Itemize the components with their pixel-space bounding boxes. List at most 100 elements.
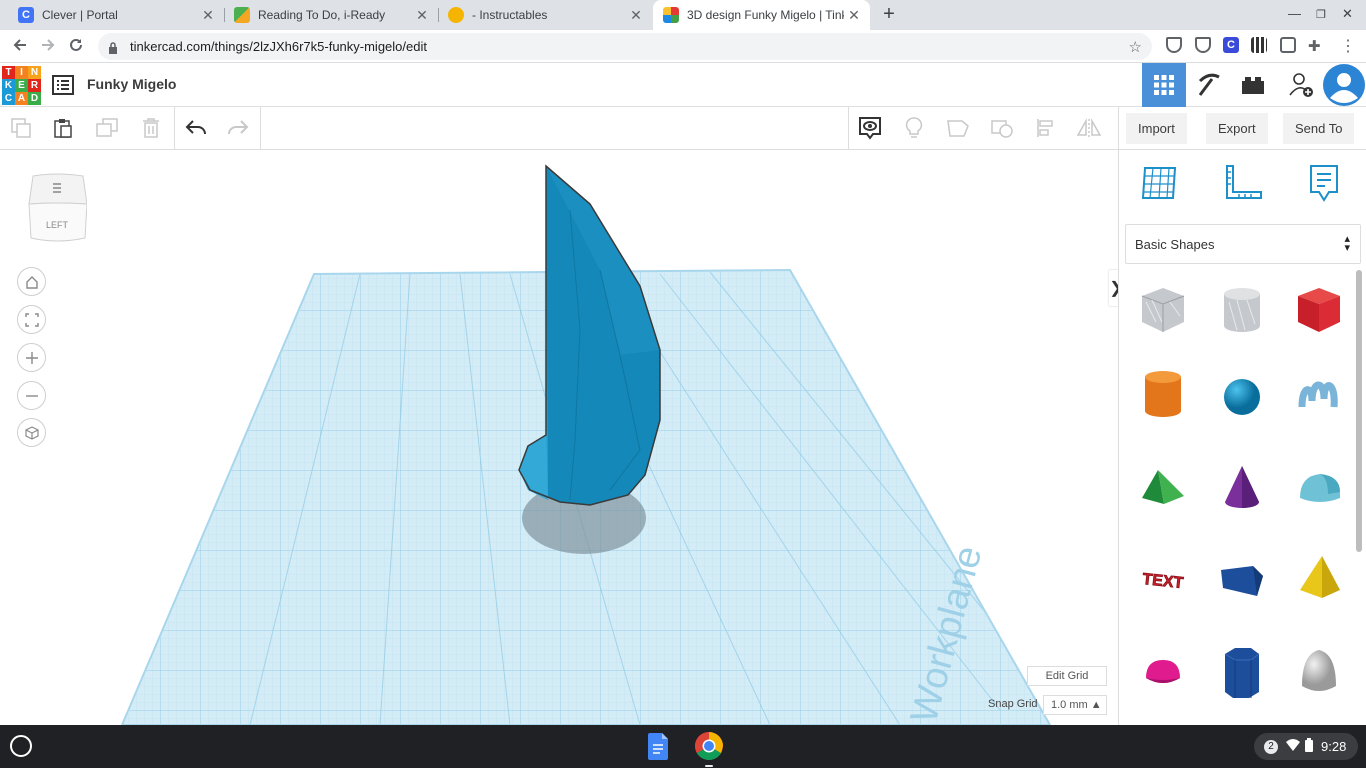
note-icon (1310, 165, 1338, 202)
tab-iready[interactable]: Reading To Do, i-Ready ✕ (224, 0, 438, 30)
tinkercad-logo[interactable]: T I N K E R C A D (2, 66, 41, 105)
cylinder-shape[interactable] (1135, 365, 1191, 425)
pyramid-shape[interactable] (1291, 548, 1347, 608)
address-bar[interactable]: tinkercad.com/things/2lzJXh6r7k5-funky-m… (98, 33, 1152, 60)
design-title[interactable]: Funky Migelo (87, 76, 176, 92)
select-arrows-icon: ▴ ▾ (1344, 233, 1350, 254)
copy-icon[interactable] (8, 115, 34, 141)
workplane-icon (1141, 167, 1177, 199)
restore-icon[interactable]: ❐ (1316, 8, 1326, 21)
view-cube[interactable]: LEFT (27, 172, 88, 244)
polygon-shape[interactable] (1214, 548, 1270, 608)
close-icon[interactable]: ✕ (198, 7, 218, 24)
tab-tinkercad[interactable]: 3D design Funky Migelo | Tinker ✕ (653, 0, 870, 30)
mirror-icon[interactable] (1076, 115, 1102, 141)
running-app-indicator (705, 765, 713, 767)
perspective-button[interactable] (17, 418, 46, 447)
text-shape[interactable]: TEXT (1135, 548, 1191, 608)
user-avatar[interactable] (1322, 63, 1366, 107)
reload-icon[interactable] (68, 37, 84, 58)
zoom-out-button[interactable] (17, 381, 46, 410)
notes-tool-button[interactable] (1303, 162, 1347, 206)
forward-arrow-icon[interactable] (40, 37, 56, 58)
shield-extension-icon[interactable] (1195, 37, 1211, 53)
sphere-shape[interactable] (1214, 365, 1270, 425)
minimize-icon[interactable]: — (1288, 6, 1301, 21)
browser-toolbar: tinkercad.com/things/2lzJXh6r7k5-funky-m… (0, 30, 1366, 63)
battery-icon (1305, 738, 1313, 755)
close-icon[interactable]: ✕ (844, 7, 864, 24)
align-icon[interactable] (1033, 115, 1059, 141)
undo-icon[interactable] (183, 115, 209, 141)
shield-extension-icon[interactable] (1166, 37, 1182, 53)
zoom-in-button[interactable] (17, 343, 46, 372)
close-icon[interactable]: ✕ (412, 7, 432, 24)
close-icon[interactable]: ✕ (626, 7, 646, 24)
clever-icon: C (18, 7, 34, 23)
cube-icon (24, 425, 39, 440)
shape-category-select[interactable]: Basic Shapes ▴ ▾ (1125, 224, 1361, 264)
logo-letter: N (28, 66, 41, 79)
edit-grid-button[interactable]: Edit Grid (1027, 666, 1107, 686)
invite-user-button[interactable] (1279, 63, 1323, 107)
workplane-tool-button[interactable] (1139, 162, 1183, 206)
paste-icon[interactable] (50, 115, 76, 141)
launcher-icon[interactable] (10, 735, 32, 757)
svg-text:TEXT: TEXT (1142, 571, 1185, 592)
brick-icon (1242, 77, 1264, 94)
system-shelf: 2 9:28 (0, 725, 1366, 768)
box-hole-shape[interactable] (1135, 280, 1191, 340)
tab-instructables[interactable]: - Instructables ✕ (438, 0, 652, 30)
home-view-button[interactable] (17, 267, 46, 296)
design-list-icon[interactable] (52, 75, 74, 95)
workplane-grid[interactable]: Workplane (0, 150, 1118, 725)
screencast-extension-icon[interactable] (1280, 37, 1296, 53)
send-to-button[interactable]: Send To (1283, 113, 1355, 144)
snap-grid-select[interactable]: 1.0 mm ▲ (1043, 695, 1107, 715)
wifi-icon (1286, 739, 1300, 754)
status-tray[interactable]: 2 9:28 (1254, 733, 1358, 760)
bricks-view-button[interactable] (1231, 63, 1275, 107)
delete-icon[interactable] (138, 115, 164, 141)
export-button[interactable]: Export (1206, 113, 1268, 144)
half-sphere-shape[interactable] (1135, 642, 1191, 702)
redo-icon[interactable] (225, 115, 251, 141)
workplane-viewport[interactable]: Workplane LEFT Edit Grid Snap Grid 1.0 m… (0, 150, 1118, 725)
clever-extension-icon[interactable]: C (1223, 37, 1239, 53)
fit-all-button[interactable] (17, 305, 46, 334)
google-docs-icon[interactable] (648, 733, 668, 760)
show-all-icon[interactable] (857, 115, 883, 141)
scribble-shape[interactable] (1291, 365, 1347, 425)
paraboloid-shape[interactable] (1291, 642, 1347, 702)
hexagonal-prism-shape[interactable] (1214, 642, 1270, 702)
3d-design-view-button[interactable] (1142, 63, 1186, 107)
shapes-scrollbar[interactable] (1356, 270, 1362, 552)
tab-title: - Instructables (472, 8, 548, 22)
bookmark-star-icon[interactable]: ☆ (1129, 38, 1142, 56)
qr-code-icon[interactable] (1251, 37, 1267, 53)
tab-clever[interactable]: C Clever | Portal ✕ (8, 0, 224, 30)
puzzle-extensions-icon[interactable]: ✚ (1308, 37, 1324, 55)
chrome-icon[interactable] (694, 731, 724, 767)
kebab-menu-icon[interactable]: ⋮ (1340, 36, 1356, 55)
ungroup-icon[interactable] (989, 115, 1015, 141)
new-tab-button[interactable]: + (878, 3, 900, 27)
group-icon[interactable] (945, 115, 971, 141)
duplicate-icon[interactable] (94, 115, 120, 141)
window-close-icon[interactable]: ✕ (1342, 6, 1353, 22)
logo-letter: T (2, 66, 15, 79)
notes-lightbulb-icon[interactable] (901, 115, 927, 141)
ruler-tool-button[interactable] (1221, 162, 1265, 206)
box-shape[interactable] (1291, 280, 1347, 340)
scribble-icon (1298, 381, 1338, 408)
back-arrow-icon[interactable] (12, 37, 28, 58)
editor-toolbar: Import Export Send To (0, 107, 1366, 150)
import-button[interactable]: Import (1126, 113, 1187, 144)
roof-shape[interactable] (1135, 458, 1191, 518)
logo-letter: A (15, 92, 28, 105)
cone-shape[interactable] (1214, 458, 1270, 518)
tinkercad-icon (663, 7, 679, 23)
blocks-view-button[interactable] (1187, 63, 1231, 107)
round-roof-shape[interactable] (1291, 458, 1347, 518)
cylinder-hole-shape[interactable] (1214, 280, 1270, 340)
